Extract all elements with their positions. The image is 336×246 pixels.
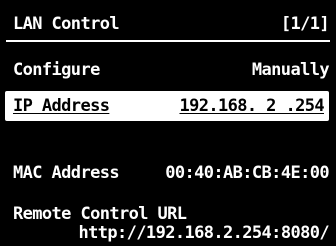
mac-address-value: 00:40:AB:CB:4E:00 [165, 163, 329, 183]
configure-value[interactable]: Manually [252, 57, 330, 83]
page-indicator: [1/1] [280, 14, 330, 34]
ip-address-label: IP Address [13, 96, 110, 116]
remote-control-url-row: http://192.168.2.254:8080/ [0, 220, 336, 246]
mac-address-label: MAC Address [13, 163, 120, 183]
configure-label: Configure [13, 60, 100, 80]
ip-address-value[interactable]: 192.168. 2 .254 [179, 93, 324, 119]
page-title: LAN Control [13, 14, 120, 34]
setting-row-configure[interactable]: Configure Manually [0, 57, 336, 83]
setting-row-mac-address: MAC Address 00:40:AB:CB:4E:00 [0, 160, 336, 186]
remote-control-url-value: http://192.168.2.254:8080/ [78, 223, 329, 243]
lan-control-screen: LAN Control [1/1] Configure Manually Sub… [0, 0, 336, 246]
setting-row-ip-address[interactable]: IP Address 192.168. 2 .254 [0, 93, 336, 119]
title-divider [6, 40, 330, 42]
title-bar: LAN Control [1/1] [0, 11, 336, 37]
